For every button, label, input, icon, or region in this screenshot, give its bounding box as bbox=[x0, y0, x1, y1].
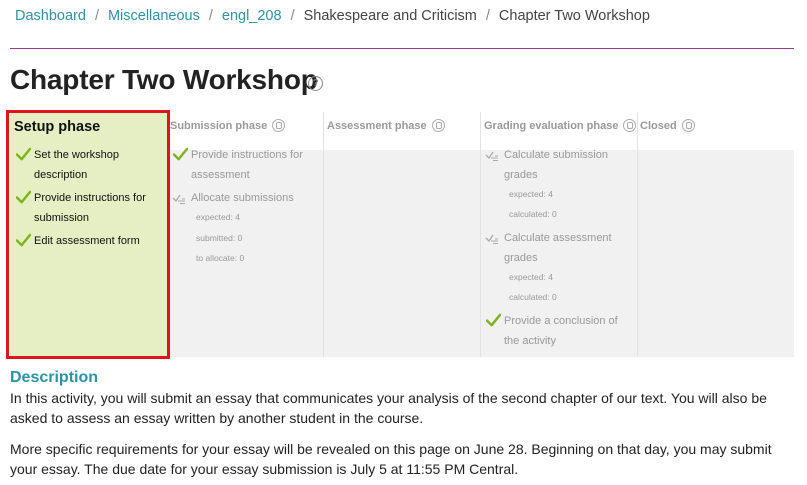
task-label-line: Allocate submissions bbox=[191, 192, 294, 204]
task-label-line: Provide a conclusion of bbox=[504, 315, 618, 327]
task-detail-calculated: calculated: 0 bbox=[509, 209, 557, 219]
phase-body: Provide instructions for assessment Alloc… bbox=[168, 147, 323, 357]
todo-icon bbox=[485, 234, 498, 244]
phase-title-label: Assessment phase bbox=[327, 119, 427, 132]
help-icon[interactable]: ? bbox=[308, 76, 323, 91]
task-label-line: assessment bbox=[191, 169, 250, 181]
phase-title-grading[interactable]: Grading evaluation phase bbox=[484, 119, 637, 132]
breadcrumb-separator: / bbox=[208, 8, 213, 24]
breadcrumb-course[interactable]: engl_208 bbox=[222, 8, 282, 24]
phase-submission: Submission phase Provide instructions fo… bbox=[168, 112, 324, 357]
phase-title-assessment[interactable]: Assessment phase bbox=[327, 119, 445, 132]
phase-title-label: Grading evaluation phase bbox=[484, 119, 619, 132]
page-title: Chapter Two Workshop bbox=[10, 64, 318, 95]
task-detail-calculated: calculated: 0 bbox=[509, 292, 557, 302]
task-label-line: grades bbox=[504, 252, 538, 264]
task-detail-submitted: submitted: 0 bbox=[196, 233, 243, 243]
description-heading: Description bbox=[10, 369, 99, 386]
task-calculate-submission-grades[interactable]: Calculate submission grades bbox=[485, 145, 608, 185]
breadcrumb-separator: / bbox=[290, 8, 295, 24]
phase-grading-evaluation: Grading evaluation phase Calculate submi… bbox=[481, 112, 638, 357]
task-provide-assessment-instructions[interactable]: Provide instructions for assessment bbox=[172, 145, 303, 185]
phase-closed: Closed bbox=[638, 112, 794, 357]
task-detail-expected: expected: 4 bbox=[509, 189, 553, 199]
todo-icon bbox=[172, 194, 185, 204]
task-calculate-assessment-grades[interactable]: Calculate assessment grades bbox=[485, 228, 612, 268]
lightbulb-icon[interactable] bbox=[431, 119, 445, 132]
task-detail-expected: expected: 4 bbox=[509, 272, 553, 282]
phase-title-label: Submission phase bbox=[170, 119, 268, 132]
description-paragraph: In this activity, you will submit an ess… bbox=[10, 390, 767, 426]
todo-icon bbox=[485, 151, 498, 161]
header-divider bbox=[10, 48, 794, 49]
task-detail-expected: expected: 4 bbox=[196, 212, 240, 222]
check-icon bbox=[486, 313, 501, 327]
phase-body: Calculate submission grades expected: 4 c… bbox=[481, 149, 637, 357]
task-label-line: grades bbox=[504, 169, 538, 181]
lightbulb-icon[interactable] bbox=[681, 119, 695, 132]
check-icon bbox=[173, 147, 188, 161]
phase-title-submission[interactable]: Submission phase bbox=[170, 119, 286, 132]
phase-body bbox=[324, 150, 480, 357]
breadcrumb: Dashboard / Miscellaneous / engl_208 / S… bbox=[15, 8, 650, 24]
breadcrumb-section[interactable]: Shakespeare and Criticism bbox=[304, 8, 477, 24]
phase-title-label: Closed bbox=[640, 119, 677, 132]
task-allocate-submissions[interactable]: Allocate submissions bbox=[172, 188, 294, 208]
current-phase-highlight bbox=[6, 110, 170, 359]
breadcrumb-separator: / bbox=[485, 8, 490, 24]
phase-title-closed[interactable]: Closed bbox=[640, 119, 695, 132]
task-label-line: the activity bbox=[504, 335, 556, 347]
breadcrumb-miscellaneous[interactable]: Miscellaneous bbox=[108, 8, 200, 24]
lightbulb-icon[interactable] bbox=[623, 119, 637, 132]
task-detail-to-allocate: to allocate: 0 bbox=[196, 253, 245, 263]
task-label-line: Provide instructions for bbox=[191, 149, 303, 161]
task-label-line: Calculate submission bbox=[504, 149, 608, 161]
description-paragraph: More specific requirements for your essa… bbox=[10, 441, 772, 477]
task-label-line: Calculate assessment bbox=[504, 232, 612, 244]
lightbulb-icon[interactable] bbox=[272, 119, 286, 132]
breadcrumb-current: Chapter Two Workshop bbox=[498, 8, 650, 24]
phase-assessment: Assessment phase bbox=[324, 112, 481, 357]
phase-body bbox=[638, 150, 794, 357]
task-provide-conclusion[interactable]: Provide a conclusion of the activity bbox=[485, 311, 618, 351]
breadcrumb-dashboard[interactable]: Dashboard bbox=[15, 8, 86, 24]
breadcrumb-separator: / bbox=[94, 8, 99, 24]
